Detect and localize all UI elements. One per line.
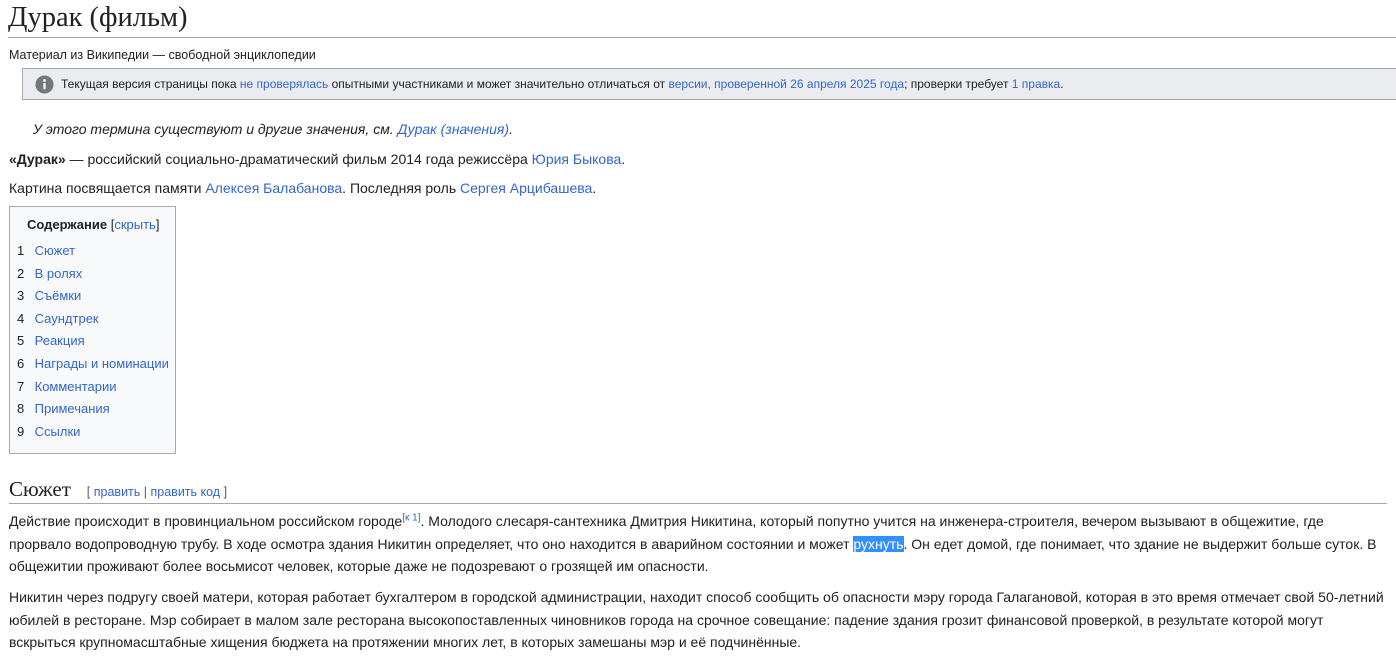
pending-edits-link[interactable]: 1 правка (1012, 77, 1060, 91)
unreviewed-link[interactable]: не проверялась (240, 77, 328, 91)
toc-item-link[interactable]: Сюжет (35, 243, 75, 258)
toc-item-link[interactable]: Саундтрек (35, 311, 99, 326)
dedication-text-2: . Последняя роль (342, 180, 461, 196)
notice-text-3: ; проверки требует (904, 77, 1012, 91)
toc-item-number: 9 (17, 423, 25, 439)
notice-text-2: опытными участниками и может значительно… (328, 77, 669, 91)
info-icon (35, 75, 54, 94)
section-heading-plot: Сюжет [ править | править код ] (9, 476, 1387, 504)
toc-hide-toggle[interactable]: скрыть (114, 217, 156, 232)
hatnote-text: У этого термина существуют и другие знач… (33, 121, 398, 137)
toc-title: Содержание (27, 217, 108, 232)
footnote-ref-k1[interactable]: [к 1] (402, 512, 420, 523)
toc-item-link[interactable]: Комментарии (35, 379, 117, 394)
toc-item[interactable]: 8 Примечания (17, 398, 169, 421)
toc-item[interactable]: 5 Реакция (17, 330, 169, 353)
notice-text-1: Текущая версия страницы пока (61, 77, 240, 91)
section-edit-links: [ править | править код ] (87, 485, 227, 499)
toc-item[interactable]: 1 Сюжет (17, 240, 169, 263)
disambiguation-link[interactable]: Дурак (значения) (398, 121, 509, 137)
plot-text-1: Действие происходит в провинциальном рос… (9, 513, 403, 529)
hatnote: У этого термина существуют и другие знач… (33, 119, 513, 139)
notice-text-4: . (1060, 77, 1064, 91)
lead-paragraph: «Дурак» — российский социально-драматиче… (9, 148, 1389, 171)
toc-item-number: 5 (17, 333, 25, 349)
toc-item[interactable]: 6 Награды и номинации (17, 353, 169, 376)
lead-bold-title: «Дурак» (9, 151, 66, 167)
edit-separator: | (140, 485, 151, 499)
toc-item[interactable]: 7 Комментарии (17, 376, 169, 399)
toc-item-link[interactable]: Ссылки (35, 424, 81, 439)
toc-item[interactable]: 9 Ссылки (17, 421, 169, 444)
edit-bracket-open: [ (86, 485, 94, 499)
toc-item-link[interactable]: Реакция (35, 333, 85, 348)
toc-item[interactable]: 4 Саундтрек (17, 308, 169, 331)
toc-item-number: 7 (17, 378, 25, 394)
toc-item-link[interactable]: В ролях (35, 266, 83, 281)
balabanov-link[interactable]: Алексея Балабанова (205, 180, 342, 196)
dedication-end: . (592, 180, 597, 196)
reviewed-version-link[interactable]: версии, проверенной 26 апреля 2025 года (668, 77, 904, 91)
dedication-text-1: Картина посвящается памяти (9, 180, 206, 196)
section-heading-text: Сюжет (9, 477, 71, 501)
hatnote-end: . (509, 121, 513, 137)
toc-item-link[interactable]: Награды и номинации (35, 356, 169, 371)
toc-item-number: 8 (17, 401, 25, 417)
plot-paragraph-2: Никитин через подругу своей матери, кото… (9, 589, 1384, 650)
artsibashev-link[interactable]: Сергея Арцибашева (460, 180, 592, 196)
review-notice: Текущая версия страницы пока не проверял… (22, 68, 1396, 100)
edit-section-link[interactable]: править (94, 485, 141, 499)
edit-bracket-close: ] (220, 485, 228, 499)
toc-item-number: 3 (17, 288, 25, 304)
toc-item-number: 6 (17, 355, 25, 371)
lead-end: . (621, 151, 626, 167)
notice-text: Текущая версия страницы пока не проверял… (61, 69, 1064, 99)
selected-link-collapse[interactable]: рухнуть (853, 535, 904, 552)
toc-item[interactable]: 2 В ролях (17, 263, 169, 286)
plot-paragraph-1: Действие происходит в провинциальном рос… (9, 510, 1389, 578)
table-of-contents: Содержание [скрыть] 1 Сюжет 2 В ролях 3 … (9, 206, 176, 454)
toc-item-link[interactable]: Съёмки (35, 288, 82, 303)
toc-header: Содержание [скрыть] (27, 216, 159, 234)
toc-item-number: 2 (17, 265, 25, 281)
toc-list: 1 Сюжет 2 В ролях 3 Съёмки 4 Саундтрек 5… (17, 240, 169, 443)
toc-toggle-bracket-close: ] (155, 217, 160, 232)
dedication-paragraph: Картина посвящается памяти Алексея Балаб… (9, 177, 1389, 200)
toc-item-number: 1 (17, 243, 25, 258)
toc-item-number: 4 (17, 310, 25, 326)
director-link[interactable]: Юрия Быкова (532, 151, 622, 167)
edit-source-link[interactable]: править код (151, 485, 221, 499)
site-tagline: Материал из Википедии — свободной энцикл… (9, 48, 316, 62)
toc-item-link[interactable]: Примечания (35, 401, 110, 416)
article-page: Дурак (фильм) Материал из Википедии — св… (0, 0, 1396, 656)
lead-text: — российский социально-драматический фил… (65, 151, 532, 167)
page-title: Дурак (фильм) (8, 0, 1396, 38)
toc-item[interactable]: 3 Съёмки (17, 285, 169, 308)
